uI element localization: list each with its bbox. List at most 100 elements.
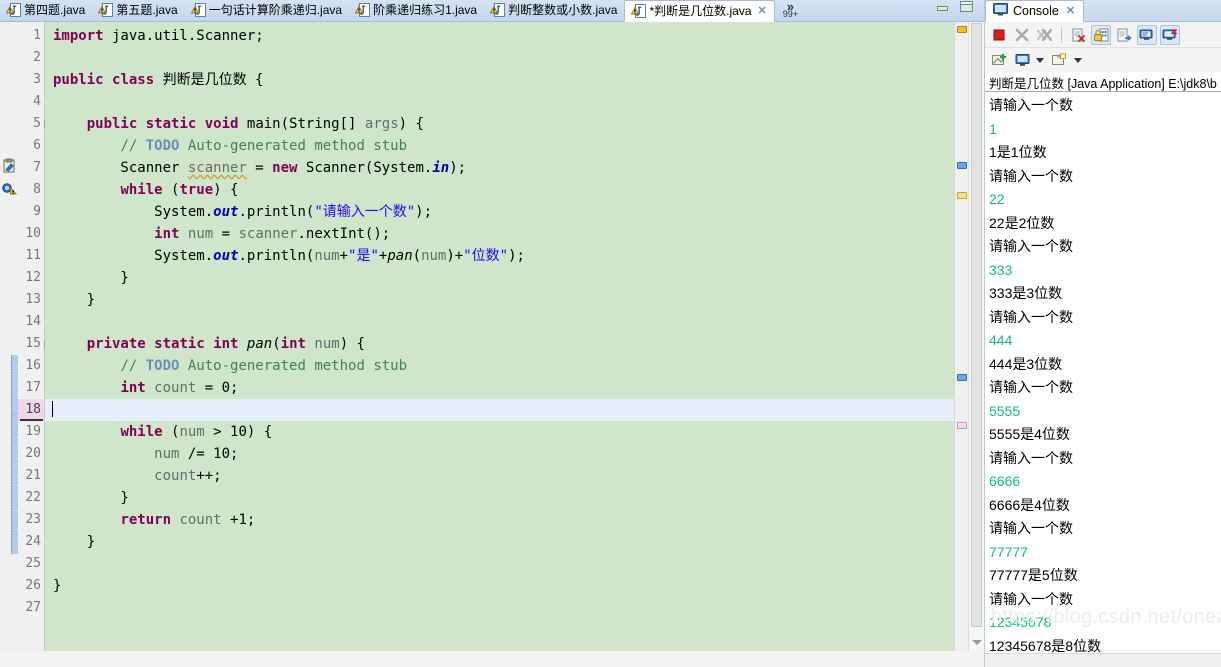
tab-console[interactable]: Console ✕ — [985, 0, 1085, 22]
code-line[interactable] — [45, 399, 954, 421]
console-input-line: 6666 — [989, 473, 1021, 489]
overview-ruler-mark-1[interactable] — [957, 162, 967, 169]
display-selected-console-button[interactable] — [1160, 24, 1180, 45]
editor-tab-0[interactable]: 第四题.java — [0, 0, 92, 21]
minimize-button[interactable] — [936, 0, 949, 18]
line-number: 24 — [25, 534, 41, 549]
line-number: 19 — [25, 424, 41, 439]
code-line[interactable]: // TODO Auto-generated method stub — [45, 135, 954, 157]
code-line[interactable]: public class 判断是几位数 { — [45, 69, 954, 91]
code-line[interactable]: return count +1; — [45, 509, 954, 531]
terminate-button[interactable] — [989, 25, 1009, 45]
maximize-button[interactable] — [959, 0, 974, 18]
code-line[interactable]: import java.util.Scanner; — [45, 25, 954, 47]
line-number: 11 — [25, 248, 41, 263]
code-line[interactable] — [45, 597, 954, 619]
pin-console-button[interactable] — [1137, 24, 1157, 45]
code-line[interactable] — [45, 553, 954, 575]
scrollbar-thumb[interactable] — [971, 23, 982, 627]
console-icon — [993, 3, 1008, 19]
editor-pane: 第四题.java 第五题.java 一句话计算阶乘递归.java 阶乘递归练习1.ja… — [0, 0, 984, 667]
code-line[interactable] — [45, 47, 954, 69]
code-line[interactable]: private static int pan(int num) { — [45, 333, 954, 355]
line-number: 21 — [25, 468, 41, 483]
word-wrap-button[interactable] — [1114, 25, 1134, 45]
code-line[interactable]: public static void main(String[] args) { — [45, 113, 954, 135]
console-tab-label: Console — [1013, 4, 1059, 18]
line-number: 22 — [25, 490, 41, 505]
line-number: 27 — [25, 600, 41, 615]
warning-icon[interactable] — [1, 181, 18, 197]
scroll-down-button[interactable] — [969, 635, 984, 650]
code-line[interactable]: int count = 0; — [45, 377, 954, 399]
line-number: 15 — [18, 333, 53, 355]
overview-ruler-mark-0[interactable] — [957, 26, 967, 33]
scroll-lock-button[interactable] — [1091, 24, 1111, 45]
console-view: Console ✕ 判断是几位数 [Java Application] E:\j… — [984, 0, 1221, 667]
open-console-button[interactable] — [1050, 50, 1070, 70]
code-line[interactable]: System.out.println("请输入一个数"); — [45, 201, 954, 223]
line-number: 12 — [25, 270, 41, 285]
editor-tab-1[interactable]: 第五题.java — [92, 0, 184, 21]
display-selected-console-dropdown[interactable] — [1012, 50, 1032, 70]
editor-tab-5-active[interactable]: *判断是几位数.java ✕ — [624, 0, 775, 22]
clear-console-button[interactable] — [1068, 25, 1088, 45]
code-line[interactable]: Scanner scanner = new Scanner(System.in)… — [45, 157, 954, 179]
more-tabs-button[interactable]: » 99+ — [775, 0, 804, 21]
java-file-warning-icon — [190, 3, 206, 17]
console-tab-bar: Console ✕ — [985, 0, 1221, 22]
line-number: 18 — [18, 399, 44, 421]
editor-vertical-scrollbar[interactable] — [968, 22, 984, 651]
code-line[interactable]: // TODO Auto-generated method stub — [45, 355, 954, 377]
code-line[interactable]: while (true) { — [45, 179, 954, 201]
java-file-warning-icon — [5, 3, 21, 17]
console-input-line: 77777 — [989, 543, 1028, 560]
line-number: 8 — [33, 182, 41, 197]
editor-body: 1 2 3 4 5 6 7 8 9 10 11 12 13 14 15 16 17 18 19 20 21 22 23 24 2… — [0, 22, 984, 651]
hidden-tab-count: 99+ — [782, 9, 798, 19]
console-output-line: 请输入一个数 — [989, 379, 1073, 395]
source-code-area[interactable]: import java.util.Scanner; public class 判断… — [45, 22, 954, 651]
remove-launch-button[interactable] — [1012, 25, 1032, 45]
code-line[interactable]: } — [45, 289, 954, 311]
close-icon[interactable]: ✕ — [758, 5, 767, 17]
console-output[interactable]: 请输入一个数 1 1是1位数 请输入一个数 22 22是2位数 请输入一个数 333 333是3… — [985, 92, 1221, 653]
line-number: 26 — [25, 578, 41, 593]
todo-task-icon[interactable] — [1, 158, 17, 174]
chevron-down-icon[interactable] — [1036, 57, 1044, 63]
code-line[interactable]: } — [45, 531, 954, 553]
console-output-line: 请输入一个数 — [989, 449, 1073, 466]
editor-tab-4[interactable]: 判断整数或小数.java — [484, 0, 624, 21]
remove-all-terminated-button[interactable] — [1035, 25, 1055, 45]
code-line[interactable]: num /= 10; — [45, 443, 954, 465]
console-output-line: 333是3位数 — [989, 285, 1063, 301]
code-line[interactable]: } — [45, 487, 954, 509]
line-number: 4 — [33, 94, 41, 109]
close-icon[interactable]: ✕ — [1066, 5, 1075, 17]
launch-configuration-title: 判断是几位数 [Java Application] E:\jdk8\b — [985, 72, 1221, 92]
overview-ruler-mark-2[interactable] — [957, 192, 967, 199]
code-line[interactable] — [45, 91, 954, 113]
code-line[interactable]: while (num > 10) { — [45, 421, 954, 443]
editor-tab-3[interactable]: 阶乘递归练习1.java — [349, 0, 484, 21]
code-line[interactable]: System.out.println(num+"是"+pan(num)+"位数"… — [45, 245, 954, 267]
overview-ruler-mark-3[interactable] — [957, 374, 967, 381]
eclipse-workbench: 第四题.java 第五题.java 一句话计算阶乘递归.java 阶乘递归练习1.ja… — [0, 0, 1221, 667]
code-line[interactable]: } — [45, 575, 954, 597]
line-number: 13 — [25, 292, 41, 307]
editor-tab-2[interactable]: 一句话计算阶乘递归.java — [185, 0, 349, 21]
code-line[interactable] — [45, 311, 954, 333]
chevron-down-icon-2[interactable] — [1074, 57, 1082, 63]
code-line[interactable]: int num = scanner.nextInt(); — [45, 223, 954, 245]
code-line[interactable]: } — [45, 267, 954, 289]
overview-ruler[interactable] — [954, 22, 968, 651]
line-number: 17 — [25, 380, 41, 395]
console-input-line: 333 — [989, 261, 1013, 278]
console-output-line: 6666是4位数 — [989, 496, 1070, 513]
code-line[interactable]: count++; — [45, 465, 954, 487]
new-console-view-button[interactable] — [990, 50, 1010, 70]
editor-tab-label: 判断整数或小数.java — [508, 3, 618, 17]
overview-ruler-mark-4[interactable] — [957, 422, 967, 429]
changed-lines-bar — [11, 355, 18, 554]
annotation-gutter[interactable] — [0, 22, 18, 651]
